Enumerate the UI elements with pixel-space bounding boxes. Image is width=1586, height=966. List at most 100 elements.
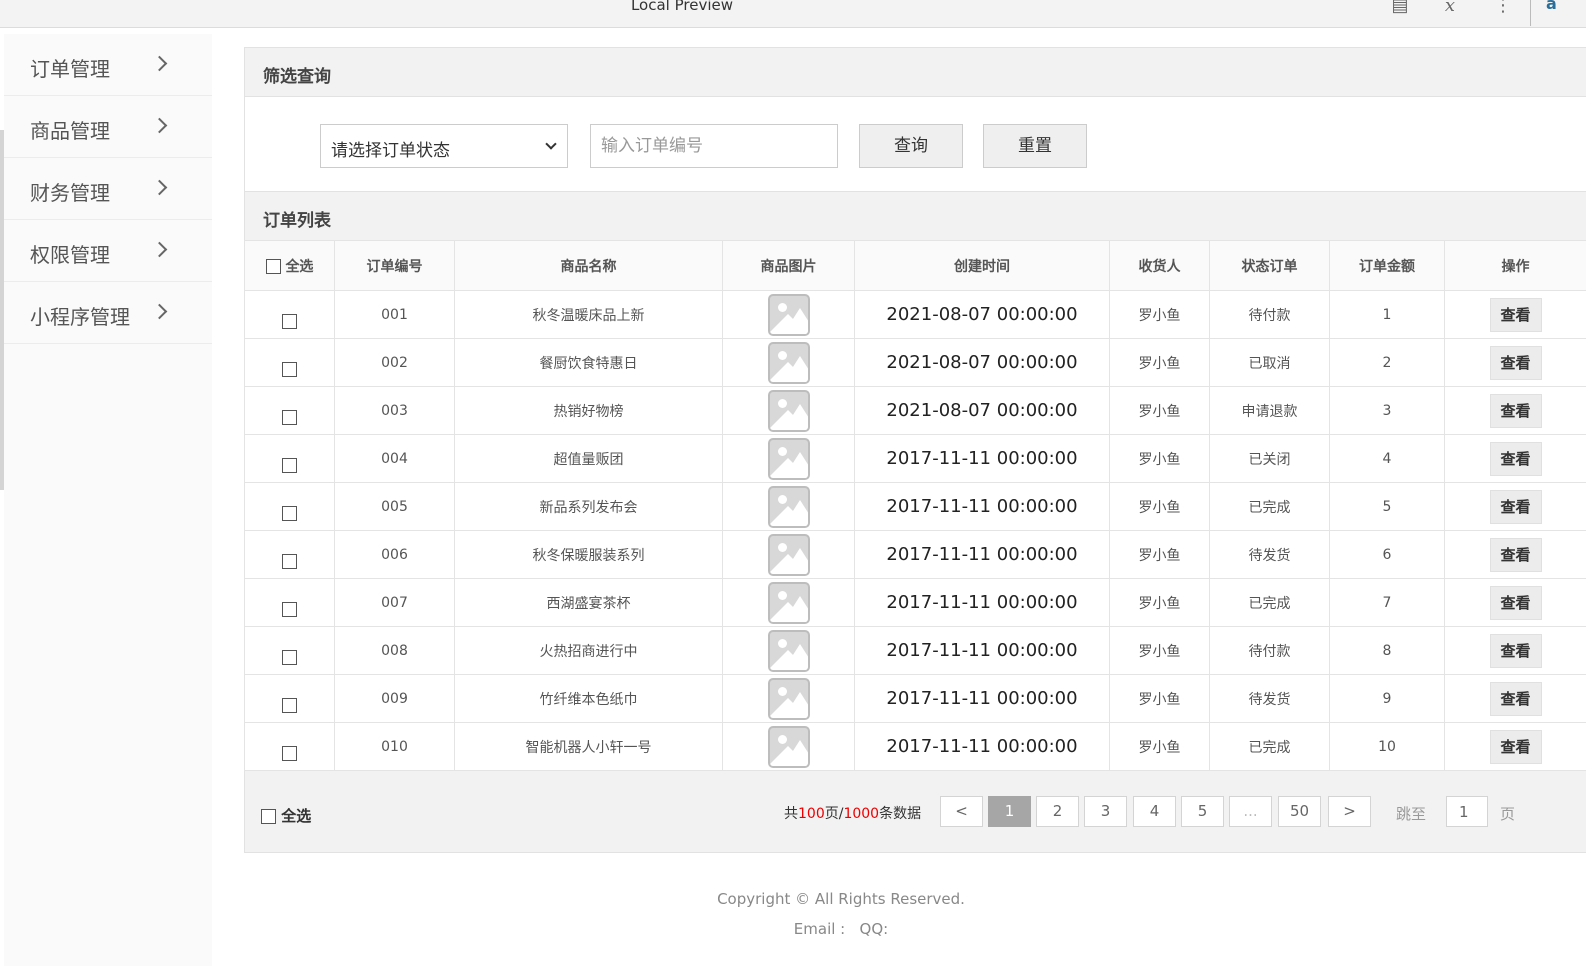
row-select-cell[interactable] [244,386,335,435]
column-header: 状态订单 [1209,240,1330,291]
image-placeholder-icon [767,677,810,720]
jump-page-input[interactable] [1446,796,1488,827]
sidebar-item-finance[interactable]: 财务管理 [4,158,212,220]
row-select-cell[interactable] [244,434,335,483]
amount-cell: 9 [1329,674,1445,723]
row-select-cell[interactable] [244,290,335,339]
chevron-right-icon [151,55,168,72]
page-button-5[interactable]: 5 [1181,796,1224,827]
view-button[interactable]: 查看 [1489,633,1542,668]
view-button[interactable]: 查看 [1489,441,1542,476]
sidebar-item-orders[interactable]: 订单管理 [4,34,212,96]
page-button-1[interactable]: 1 [988,796,1031,827]
amount-cell: 7 [1329,578,1445,627]
created-time-cell: 2017-11-11 00:00:00 [854,674,1110,723]
page-button-4[interactable]: 4 [1133,796,1176,827]
view-button[interactable]: 查看 [1489,297,1542,332]
sidebar-item-label: 财务管理 [30,181,110,205]
product-name-cell: 热销好物榜 [454,386,723,435]
image-placeholder-icon [767,725,810,768]
created-time-cell: 2021-08-07 00:00:00 [854,386,1110,435]
product-name-cell: 智能机器人小轩一号 [454,722,723,771]
row-select-cell[interactable] [244,338,335,387]
receiver-cell: 罗小鱼 [1109,434,1210,483]
sidebar-item-label: 商品管理 [30,119,110,143]
view-button[interactable]: 查看 [1489,681,1542,716]
order-number-input[interactable] [590,124,838,168]
corner-badge: a [1546,0,1557,13]
total-items: 1000 [843,806,880,822]
reset-button[interactable]: 重置 [983,124,1087,168]
formula-icon[interactable]: x [1438,0,1462,18]
row-checkbox[interactable] [282,746,297,761]
row-select-cell[interactable] [244,722,335,771]
status-cell: 待付款 [1209,626,1330,675]
amount-cell: 3 [1329,386,1445,435]
footer-contact: Email : QQ: [793,920,889,938]
next-page-button[interactable]: > [1328,796,1371,827]
select-all-checkbox[interactable] [265,259,281,274]
view-button[interactable]: 查看 [1489,345,1542,380]
more-vertical-icon[interactable]: ⋮ [1491,0,1515,18]
row-checkbox[interactable] [282,650,297,665]
column-header: 收货人 [1109,240,1210,291]
select-all-label: 全选 [285,258,314,275]
page-button-50[interactable]: 50 [1278,796,1321,827]
row-select-cell[interactable] [244,530,335,579]
product-image-cell [722,674,855,723]
row-checkbox[interactable] [282,362,297,377]
chevron-right-icon [151,303,168,320]
receiver-cell: 罗小鱼 [1109,482,1210,531]
amount-cell: 5 [1329,482,1445,531]
view-button[interactable]: 查看 [1489,537,1542,572]
amount-cell: 6 [1329,530,1445,579]
row-checkbox[interactable] [282,410,297,425]
table-header-row: 全选 订单编号 商品名称 商品图片 创建时间 收货人 状态订单 订单金额 操作 [244,240,1586,291]
status-cell: 已完成 [1209,722,1330,771]
chevron-down-icon [545,138,557,150]
row-checkbox[interactable] [282,506,297,521]
order-id-cell: 007 [334,578,455,627]
order-list-header: 订单列表 [244,191,1586,241]
order-status-select[interactable]: 请选择订单状态 [320,124,568,168]
select-all-header[interactable]: 全选 [244,240,335,291]
row-select-cell[interactable] [244,482,335,531]
view-button[interactable]: 查看 [1489,585,1542,620]
amount-cell: 2 [1329,338,1445,387]
bottom-select-all-checkbox[interactable] [261,809,276,824]
column-header: 商品图片 [722,240,855,291]
table-row: 002 餐厨饮食特惠日 2021-08-07 00:00:00 罗小鱼 已取消 2 查看 [244,338,1586,387]
sidebar: 订单管理 商品管理 财务管理 权限管理 小程序管理 [4,34,212,966]
column-header: 创建时间 [854,240,1110,291]
row-select-cell[interactable] [244,578,335,627]
page-button-3[interactable]: 3 [1084,796,1127,827]
page-unit-label: 页 [1500,805,1516,823]
sidebar-item-permissions[interactable]: 权限管理 [4,220,212,282]
row-checkbox[interactable] [282,602,297,617]
row-checkbox[interactable] [282,314,297,329]
order-id-cell: 004 [334,434,455,483]
prev-page-button[interactable]: < [940,796,983,827]
bottom-select-all[interactable]: 全选 [261,805,311,826]
row-checkbox[interactable] [282,554,297,569]
image-placeholder-icon [767,293,810,336]
order-id-cell: 001 [334,290,455,339]
page-button-2[interactable]: 2 [1036,796,1079,827]
image-placeholder-icon [767,629,810,672]
view-button[interactable]: 查看 [1489,729,1542,764]
row-select-cell[interactable] [244,674,335,723]
view-button[interactable]: 查看 [1489,489,1542,524]
query-button[interactable]: 查询 [859,124,963,168]
product-name-cell: 秋冬温暖床品上新 [454,290,723,339]
row-select-cell[interactable] [244,626,335,675]
receiver-cell: 罗小鱼 [1109,722,1210,771]
window-titlebar: Local Preview ▤ x ⋮ a [0,0,1586,28]
row-checkbox[interactable] [282,458,297,473]
document-icon[interactable]: ▤ [1388,0,1412,18]
sidebar-item-miniprogram[interactable]: 小程序管理 [4,282,212,344]
sidebar-item-products[interactable]: 商品管理 [4,96,212,158]
product-image-cell [722,290,855,339]
table-row: 006 秋冬保暖服装系列 2017-11-11 00:00:00 罗小鱼 待发货 6 查看 [244,530,1586,579]
row-checkbox[interactable] [282,698,297,713]
view-button[interactable]: 查看 [1489,393,1542,428]
